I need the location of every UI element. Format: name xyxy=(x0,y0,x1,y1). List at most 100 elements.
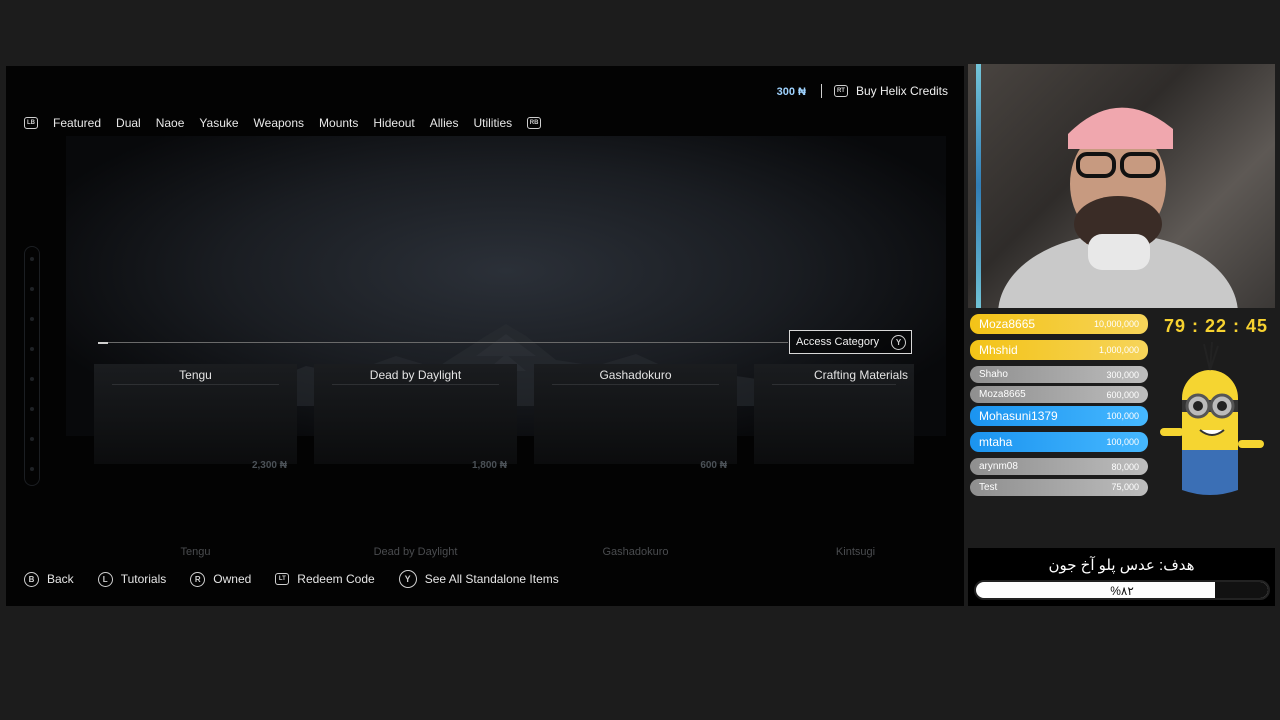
leaderboard-amount: 100,000 xyxy=(1106,411,1139,422)
card-underline xyxy=(552,384,719,385)
store-card-tengu[interactable]: Tengu 2,300 ₦ xyxy=(94,364,297,471)
footer-label: Back xyxy=(47,572,74,586)
leaderboard-name: Shaho xyxy=(979,369,1008,380)
rail-dot xyxy=(30,257,34,261)
leaderboard-amount: 300,000 xyxy=(1106,369,1139,380)
goal-title: هدف: عدس پلو آخ جون xyxy=(1048,557,1195,574)
goal-percent-label: %۸۲ xyxy=(1110,584,1134,598)
category-tabs: LB Featured Dual Naoe Yasuke Weapons Mou… xyxy=(24,116,542,130)
tab-hideout[interactable]: Hideout xyxy=(373,116,414,130)
credits-balance: 300 ₦ xyxy=(776,86,806,98)
card-title: Gashadokuro xyxy=(599,368,672,382)
card-title: Crafting Materials xyxy=(813,368,908,382)
tab-featured[interactable]: Featured xyxy=(53,116,101,130)
leaderboard-row: Test 75,000 xyxy=(970,478,1148,496)
next-row-item: Dead by Daylight xyxy=(373,546,458,558)
subathon-timer: 79 : 22 : 45 xyxy=(1164,316,1269,336)
leaderboard-row: Mhshid 1,000,000 xyxy=(970,340,1148,360)
leaderboard-name: arynm08 xyxy=(979,461,1018,473)
rb-button-icon[interactable]: RB xyxy=(527,117,542,129)
next-row-item: Tengu xyxy=(180,546,211,558)
store-card-gashadokuro[interactable]: Gashadokuro 600 ₦ xyxy=(534,364,737,471)
tab-weapons[interactable]: Weapons xyxy=(254,116,304,130)
l-stick-icon: L xyxy=(97,571,113,587)
owned-button[interactable]: R Owned xyxy=(190,571,252,587)
donation-leaderboard: Moza8665 10,000,000 Mhshid 1,000,000 Shaho 30… xyxy=(970,314,1148,499)
leaderboard-name: Test xyxy=(979,481,998,493)
category-divider-line xyxy=(98,342,788,343)
header-divider xyxy=(821,84,822,98)
b-button-icon: B xyxy=(24,571,39,587)
y-button-icon: Y xyxy=(891,334,906,350)
card-underline xyxy=(112,384,279,385)
leaderboard-name: Mohasuni1379 xyxy=(979,409,1058,424)
rail-dot xyxy=(30,467,34,471)
card-underline xyxy=(332,384,499,385)
led-light-strip xyxy=(976,64,981,308)
card-price: 2,300 ₦ xyxy=(251,460,287,471)
store-card-crafting-materials[interactable]: Crafting Materials xyxy=(754,364,914,464)
streamer-silhouette-icon xyxy=(998,107,1238,308)
back-button[interactable]: B Back xyxy=(24,571,74,587)
card-title: Tengu xyxy=(179,368,212,382)
footer-label: Tutorials xyxy=(120,572,167,586)
left-scroll-rail xyxy=(24,246,40,486)
leaderboard-name: mtaha xyxy=(979,435,1013,450)
access-category-button[interactable]: Access Category Y xyxy=(789,330,912,354)
tab-naoe[interactable]: Naoe xyxy=(156,116,185,130)
tab-dual[interactable]: Dual xyxy=(116,116,141,130)
rail-dot xyxy=(30,287,34,291)
leaderboard-row: Shaho 300,000 xyxy=(970,366,1148,383)
leaderboard-amount: 10,000,000 xyxy=(1093,319,1139,329)
card-price: 600 ₦ xyxy=(700,460,727,471)
tab-mounts[interactable]: Mounts xyxy=(319,116,358,130)
tab-utilities[interactable]: Utilities xyxy=(473,116,512,130)
leaderboard-row: Mohasuni1379 100,000 xyxy=(970,406,1148,427)
card-underline xyxy=(772,384,896,385)
redeem-code-button[interactable]: LT Redeem Code xyxy=(275,572,375,586)
leaderboard-amount: 100,000 xyxy=(1106,437,1139,448)
leaderboard-row: arynm08 80,000 xyxy=(970,458,1148,476)
lb-button-icon[interactable]: LB xyxy=(24,117,38,129)
tab-allies[interactable]: Allies xyxy=(430,116,459,130)
leaderboard-name: Moza8665 xyxy=(979,389,1026,401)
buy-credits-label: Buy Helix Credits xyxy=(855,84,948,98)
footer-label: Owned xyxy=(213,572,252,586)
donation-goal-widget: هدف: عدس پلو آخ جون %۸۲ xyxy=(968,548,1275,606)
rail-dot xyxy=(30,407,34,411)
leaderboard-row: Moza8665 600,000 xyxy=(970,386,1148,404)
category-divider-tick xyxy=(98,342,108,344)
rail-dot xyxy=(30,437,34,441)
lt-button-icon: LT xyxy=(275,573,290,585)
leaderboard-amount: 1,000,000 xyxy=(1098,345,1139,355)
leaderboard-row: Moza8665 10,000,000 xyxy=(970,314,1148,334)
y-button-icon: Y xyxy=(398,570,417,588)
leaderboard-amount: 80,000 xyxy=(1111,461,1139,472)
rail-dot xyxy=(30,377,34,381)
access-category-label: Access Category xyxy=(796,336,880,348)
leaderboard-name: Moza8665 xyxy=(979,317,1036,331)
r-stick-icon: R xyxy=(190,571,206,587)
rt-button-icon: RT xyxy=(833,85,848,97)
next-row-item: Gashadokuro xyxy=(602,546,669,558)
tab-yasuke[interactable]: Yasuke xyxy=(199,116,238,130)
leaderboard-amount: 75,000 xyxy=(1111,482,1139,493)
minion-mascot-icon xyxy=(1160,341,1264,495)
webcam-feed xyxy=(968,64,1275,308)
card-price: 1,800 ₦ xyxy=(471,460,507,471)
goal-progress-bar: %۸۲ xyxy=(974,580,1270,600)
rail-dot xyxy=(30,317,34,321)
store-card-dead-by-daylight[interactable]: Dead by Daylight 1,800 ₦ xyxy=(314,364,517,471)
leaderboard-name: Mhshid xyxy=(979,343,1018,357)
game-store-screen: 300 ₦ RT Buy Helix Credits LB Featured D… xyxy=(6,66,964,606)
next-row-item: Kintsugi xyxy=(835,546,876,558)
see-all-standalone-items-button[interactable]: Y See All Standalone Items xyxy=(398,570,559,588)
tutorials-button[interactable]: L Tutorials xyxy=(97,571,167,587)
footer-label: Redeem Code xyxy=(297,572,375,586)
leaderboard-amount: 600,000 xyxy=(1106,389,1139,400)
card-title: Dead by Daylight xyxy=(369,368,462,382)
footer-label: See All Standalone Items xyxy=(424,572,559,586)
footer-controls: B Back L Tutorials R Owned LT Redeem Cod… xyxy=(24,570,583,588)
buy-helix-credits-button[interactable]: RT Buy Helix Credits xyxy=(833,84,948,98)
leaderboard-row: mtaha 100,000 xyxy=(970,432,1148,453)
